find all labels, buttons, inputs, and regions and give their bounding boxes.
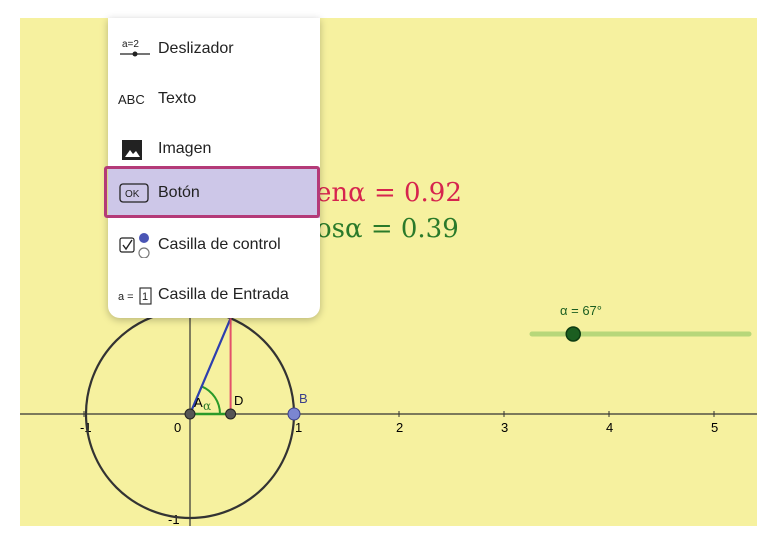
slider-knob[interactable]: [565, 326, 581, 342]
checkbox-icon: [119, 233, 150, 258]
y-tick-label: -1: [168, 512, 180, 526]
slider-icon: a=2: [120, 39, 150, 57]
menu-item-checkbox[interactable]: Casilla de control: [108, 220, 320, 270]
cosine-formula: osα = 0.39: [316, 214, 459, 244]
menu-item-label: Casilla de Entrada: [158, 286, 289, 303]
point-a-label: A: [194, 395, 203, 410]
point-b[interactable]: [287, 407, 301, 421]
slider-label: α = 67°: [560, 303, 602, 318]
x-tick-label: 4: [606, 420, 613, 435]
point-a[interactable]: [184, 408, 196, 420]
point-b-label: B: [299, 391, 308, 406]
menu-item-input-box[interactable]: a = 1 Casilla de Entrada: [108, 270, 320, 320]
point-d-label: D: [234, 393, 243, 408]
menu-item-label: Deslizador: [158, 40, 234, 57]
image-icon: [122, 140, 142, 160]
sine-formula: enα = 0.92: [316, 178, 462, 208]
x-tick-label: 3: [501, 420, 508, 435]
x-ticks: -1 0 1 2 3 4 5 -1: [80, 411, 718, 526]
menu-item-slider[interactable]: a=2 Deslizador: [108, 24, 320, 74]
x-tick-label: 5: [711, 420, 718, 435]
x-tick-label: 1: [295, 420, 302, 435]
svg-text:a=2: a=2: [122, 39, 139, 50]
menu-item-label: Imagen: [158, 140, 212, 157]
point-d[interactable]: [225, 408, 237, 420]
selection-highlight: [104, 166, 320, 218]
input-box-icon: a = 1: [118, 287, 152, 305]
svg-text:a =: a =: [118, 291, 134, 303]
menu-item-text[interactable]: ABC Texto: [108, 74, 320, 124]
text-icon: ABC: [118, 92, 145, 107]
angle-label: α: [203, 399, 211, 413]
x-tick-label: 2: [396, 420, 403, 435]
menu-item-label: Casilla de control: [158, 236, 281, 253]
svg-text:1: 1: [142, 291, 148, 303]
svg-text:ABC: ABC: [118, 92, 145, 107]
menu-item-label: Texto: [158, 90, 197, 107]
x-tick-label: 0: [174, 420, 181, 435]
